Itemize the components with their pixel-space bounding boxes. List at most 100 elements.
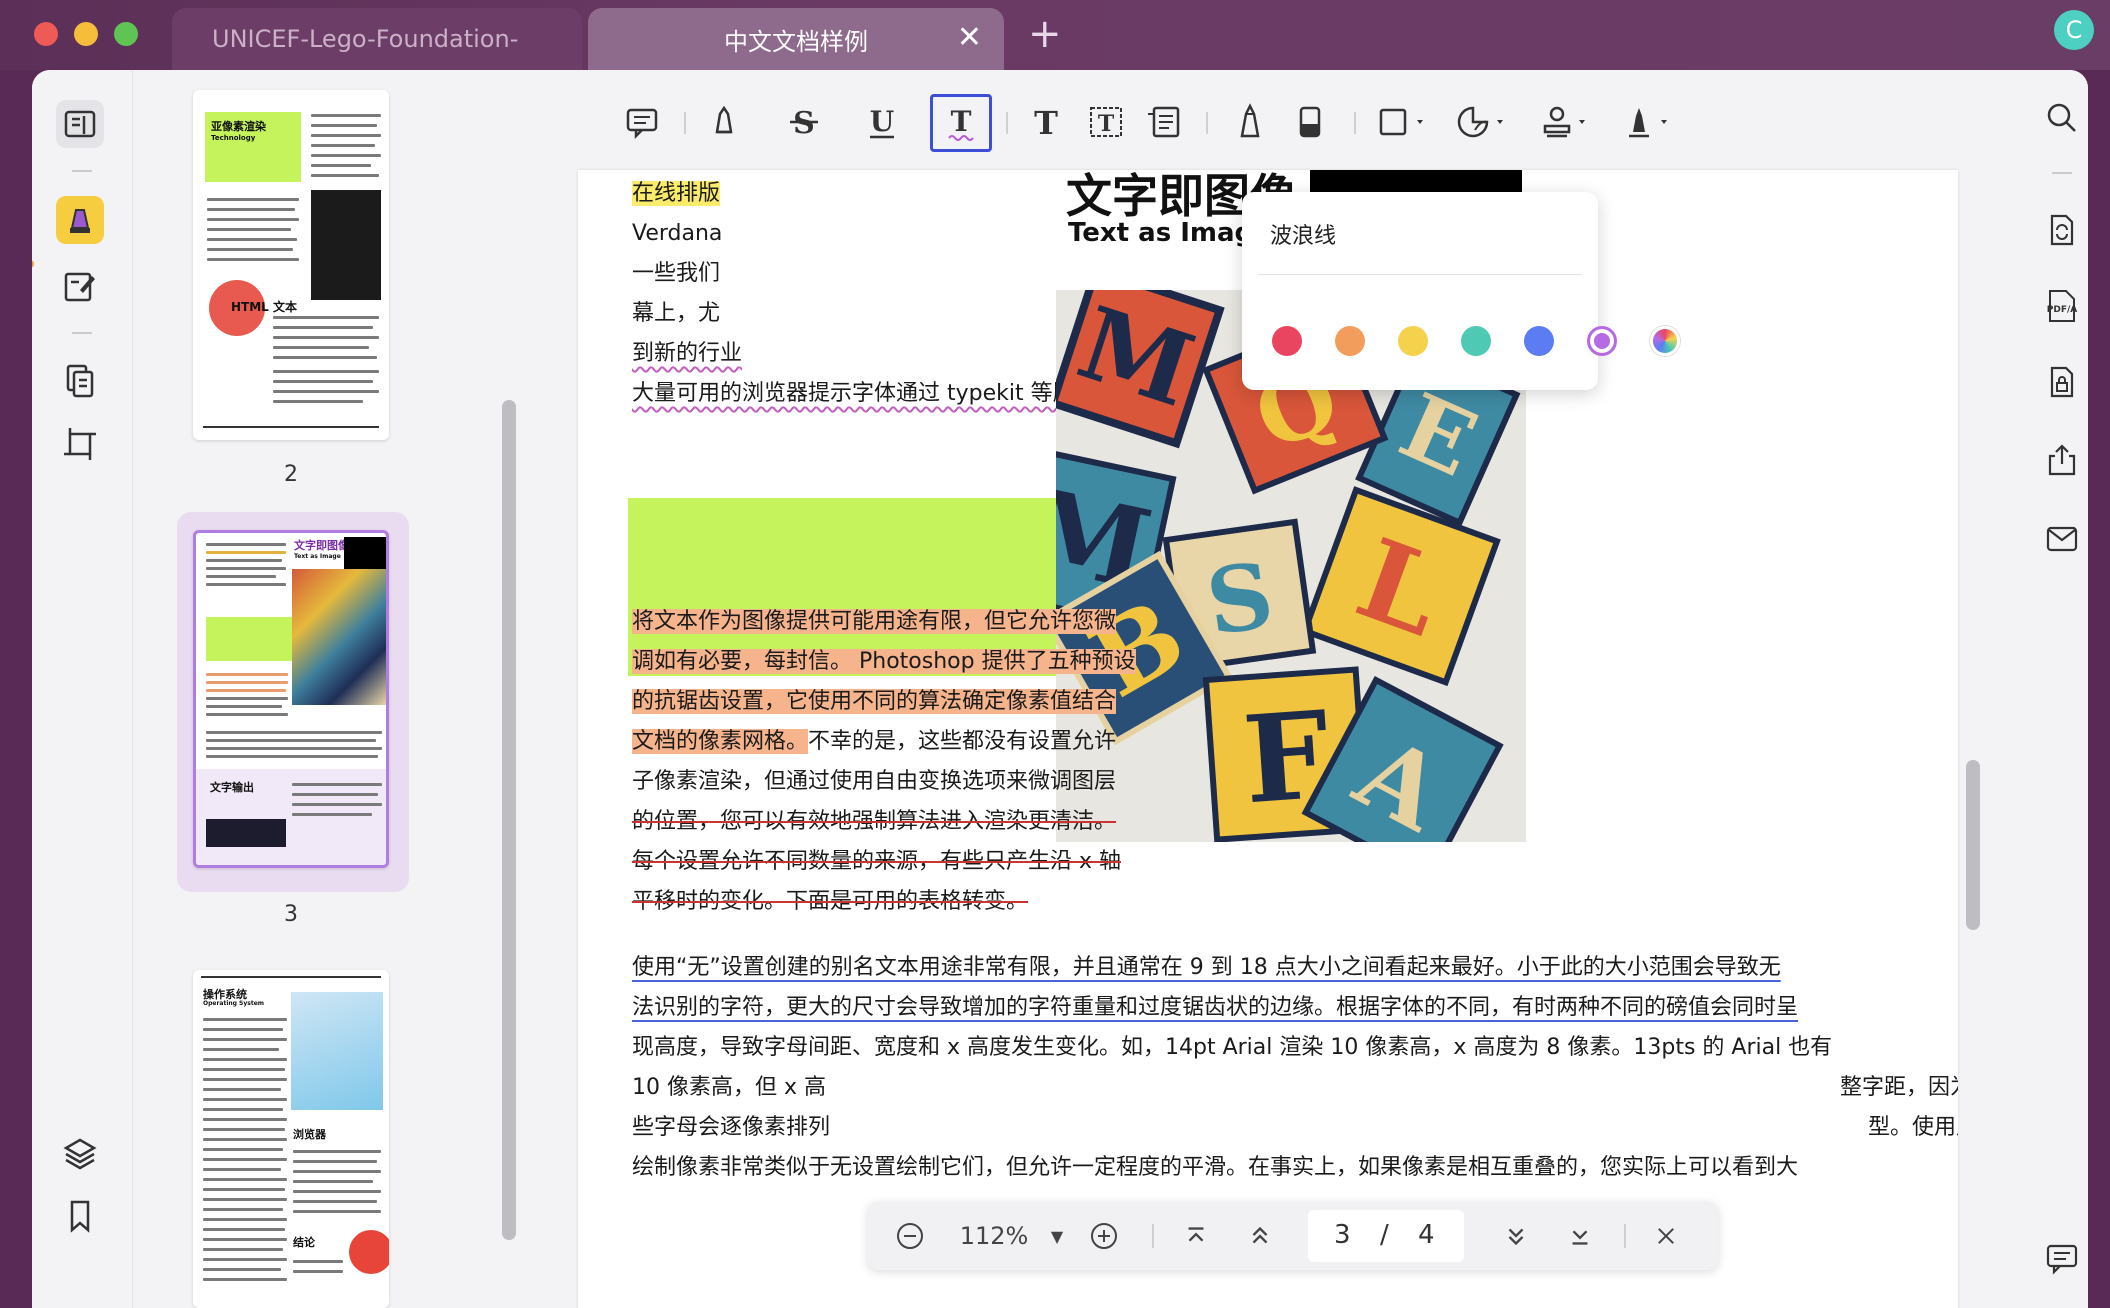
paragraph-line[interactable]: 法识别的字符，更大的尺寸会导致增加的字符重量和过度锯齿状的边缘。根据字体的不同，… [632, 988, 1798, 1028]
minimize-window-button[interactable] [74, 22, 98, 46]
thumb-subheading: Text as Image [294, 553, 341, 560]
shape-icon [1379, 108, 1423, 136]
zoom-in-button[interactable] [1082, 1214, 1126, 1258]
paragraph-line[interactable]: 使用“无”设置创建的别名文本用途非常有限，并且通常在 9 到 18 点大小之间看… [632, 948, 1781, 988]
sticker-tool-button[interactable] [1450, 92, 1520, 152]
thumbnail-page-4[interactable]: 操作系统 Operating System 浏览器 结论 [193, 970, 389, 1308]
color-swatch-red[interactable] [1272, 326, 1302, 356]
color-swatch-orange[interactable] [1335, 326, 1365, 356]
strikethrough-tool-button[interactable]: S [774, 92, 834, 152]
tab-unicef[interactable]: UNICEF-Lego-Foundation- [172, 8, 582, 70]
close-tab-icon[interactable]: ✕ [957, 23, 982, 53]
comments-panel-button[interactable] [2040, 1236, 2084, 1280]
shape-tool-button[interactable] [1370, 92, 1440, 152]
thumbnail-page-3[interactable]: 文字即图像 Text as Image 文字输出 [193, 530, 389, 868]
zoom-level[interactable]: 112% [944, 1214, 1044, 1258]
paragraph-line[interactable]: 的抗锯齿设置，它使用不同的算法确定像素值结合 [632, 689, 1117, 714]
search-button[interactable] [2040, 96, 2084, 140]
protect-button[interactable] [2040, 360, 2084, 404]
color-swatch-teal[interactable] [1461, 326, 1491, 356]
zoom-out-button[interactable] [888, 1214, 932, 1258]
wavy-line-tool-button[interactable]: T [930, 94, 992, 152]
close-navbar-button[interactable] [1644, 1214, 1688, 1258]
first-page-button[interactable] [1174, 1214, 1218, 1258]
popover-title: 波浪线 [1270, 224, 1337, 249]
thumbnail-scrollbar[interactable] [502, 400, 516, 1240]
double-chevron-up-icon [1252, 1226, 1268, 1244]
thumb-subheading: Technology [211, 134, 256, 142]
paragraph-line[interactable]: 幕上，尤 [632, 294, 720, 334]
signature-tool-button[interactable] [1614, 92, 1684, 152]
paragraph-line[interactable]: 10 像素高，但 x 高 [632, 1068, 826, 1108]
pdfa-button[interactable]: PDF/A [2040, 284, 2084, 328]
underline-tool-button[interactable]: U [852, 92, 912, 152]
chevron-down-icon[interactable]: ▼ [1042, 1214, 1072, 1258]
sticker-icon [1457, 106, 1503, 138]
svg-text:T: T [951, 105, 972, 138]
comment-tool-button[interactable] [612, 92, 672, 152]
paragraph-line[interactable]: 每个设置允许不同数量的来源，有些只产生沿 x 轴 [632, 842, 1121, 882]
close-window-button[interactable] [34, 22, 58, 46]
edit-icon [64, 272, 95, 302]
thumb-footer-heading: 文字输出 [210, 781, 254, 794]
paragraph-line[interactable]: 不幸的是，这些都没有设置允许 [808, 729, 1116, 754]
paragraph-line[interactable]: 一些我们 [632, 254, 720, 294]
paragraph-line[interactable]: 大量可用的浏览器提示字体通过 typekit 等服务。 [632, 374, 1119, 414]
crop-button[interactable] [56, 420, 104, 468]
current-page[interactable]: 3 [1334, 1220, 1351, 1250]
comments-icon [2046, 1244, 2078, 1275]
paragraph-line[interactable]: 型。使用此设置 [1868, 1108, 1958, 1148]
paragraph-line[interactable]: 现高度，导致字母间距、宽度和 x 高度发生变化。如，14pt Arial 渲染 … [632, 1028, 1832, 1068]
rail-divider [72, 170, 92, 172]
app-window: 亚像素渲染 Technology HTML 文本 2 文字即图像 Text as… [32, 70, 2088, 1308]
reader-button[interactable] [56, 100, 104, 148]
avatar[interactable]: C [2054, 10, 2094, 50]
convert-button[interactable] [2040, 208, 2084, 252]
paragraph-line[interactable]: 子像素渲染，但通过使用自由变换选项来微调图层 [632, 762, 1116, 802]
stamp-tool-button[interactable] [1532, 92, 1602, 152]
paragraph-line[interactable]: 绘制像素非常类似于无设置绘制它们，但允许一定程度的平滑。在事实上，如果像素是相互… [632, 1148, 1798, 1188]
eraser-tool-button[interactable] [1280, 92, 1340, 152]
last-page-button[interactable] [1558, 1214, 1602, 1258]
paragraph-line[interactable]: 平移时的变化。下面是可用的表格转变。 [632, 882, 1028, 922]
thumbnail-page-2[interactable]: 亚像素渲染 Technology HTML 文本 [193, 90, 389, 440]
bookmark-button[interactable] [56, 1192, 104, 1240]
paragraph-line[interactable]: 些字母会逐像素排列 [632, 1108, 830, 1148]
document-scrollbar[interactable] [1966, 760, 1980, 930]
tab-chinese-sample[interactable]: 中文文档样例 ✕ [588, 8, 1004, 70]
callout-tool-button[interactable] [1134, 92, 1194, 152]
page-number-field[interactable]: 3 / 4 [1308, 1210, 1464, 1262]
next-page-button[interactable] [1494, 1214, 1538, 1258]
zoom-window-button[interactable] [114, 22, 138, 46]
paragraph-line[interactable]: 调如有必要，每封信。 Photoshop 提供了五种预设 [632, 649, 1136, 674]
pencil-tool-button[interactable] [1220, 92, 1280, 152]
color-swatch-yellow[interactable] [1398, 326, 1428, 356]
layers-button[interactable] [56, 1130, 104, 1178]
paragraph-line[interactable]: 将文本作为图像提供可能用途有限，但它允许您微 [632, 609, 1117, 634]
color-picker-icon[interactable] [1650, 326, 1680, 356]
text-tool-button[interactable]: T [1016, 92, 1076, 152]
paragraph-line[interactable]: 文档的像素网格。 [632, 729, 809, 754]
previous-page-button[interactable] [1238, 1214, 1282, 1258]
paragraph-line[interactable]: 在线排版 [632, 181, 721, 206]
share-button[interactable] [2040, 438, 2084, 482]
textbox-tool-button[interactable]: T [1076, 92, 1136, 152]
edit-mode-button[interactable] [56, 262, 104, 310]
thumb-green-block [206, 617, 292, 661]
paragraph-line[interactable]: 到新的行业 [632, 334, 742, 374]
mail-button[interactable] [2040, 516, 2084, 560]
organize-pages-button[interactable] [56, 356, 104, 404]
color-swatch-blue[interactable] [1524, 326, 1554, 356]
paragraph-line[interactable]: 整字距，因为有 [1840, 1068, 1958, 1108]
signature-icon [1629, 108, 1667, 138]
thumbnail-number: 3 [284, 902, 298, 927]
new-tab-button[interactable]: + [1028, 14, 1062, 54]
highlight-tool-button[interactable] [694, 92, 754, 152]
share-icon [2048, 444, 2076, 476]
title-bar: UNICEF-Lego-Foundation- 中文文档样例 ✕ + C [0, 0, 2110, 70]
color-swatch-purple-selected[interactable] [1587, 326, 1617, 356]
paragraph-line[interactable]: Verdana [632, 214, 722, 254]
image-subtitle: Text as Image [1068, 218, 1271, 248]
paragraph-line[interactable]: 的位置，您可以有效地强制算法进入渲染更清洁。 [632, 802, 1116, 842]
comment-mode-button[interactable] [56, 196, 104, 244]
